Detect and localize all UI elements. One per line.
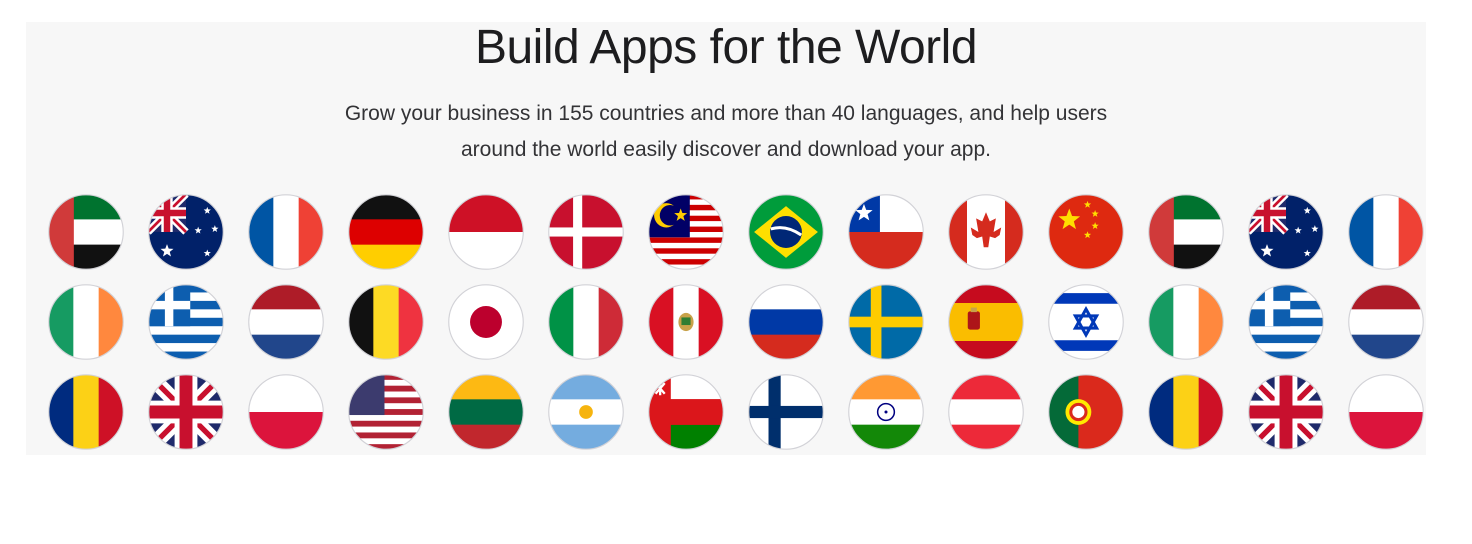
russia-flag-icon: [748, 284, 824, 360]
netherlands-flag-icon: [248, 284, 324, 360]
indonesia-flag-icon: [448, 194, 524, 270]
usa-flag-icon: [348, 374, 424, 450]
china-flag-icon: [1048, 194, 1124, 270]
portugal-flag-icon: [1048, 374, 1124, 450]
uk-flag-icon: [1248, 374, 1324, 450]
brazil-flag-icon: [748, 194, 824, 270]
hero-subtitle-line-1: Grow your business in 155 countries and …: [344, 102, 1108, 125]
hero-panel: Build Apps for the World Grow your busin…: [26, 22, 1426, 455]
hero-subtitle-line-2: around the world easily discover and dow…: [461, 138, 991, 161]
flag-row-3: [26, 372, 1426, 452]
romania-flag-icon: [1148, 374, 1224, 450]
germany-flag-icon: [348, 194, 424, 270]
ireland-flag-icon: [1148, 284, 1224, 360]
greece-flag-icon: [148, 284, 224, 360]
flag-row-2: [26, 282, 1426, 362]
france-flag-icon: [248, 194, 324, 270]
india-flag-icon: [848, 374, 924, 450]
france-flag-icon: [1348, 194, 1424, 270]
japan-flag-icon: [448, 284, 524, 360]
sweden-flag-icon: [848, 284, 924, 360]
israel-flag-icon: [1048, 284, 1124, 360]
australia-flag-icon: [148, 194, 224, 270]
lithuania-flag-icon: [448, 374, 524, 450]
oman-flag-icon: [648, 374, 724, 450]
romania-flag-icon: [48, 374, 124, 450]
greece-flag-icon: [1248, 284, 1324, 360]
peru-flag-icon: [648, 284, 724, 360]
denmark-flag-icon: [548, 194, 624, 270]
chile-flag-icon: [848, 194, 924, 270]
flag-row-1: [26, 192, 1426, 272]
belgium-flag-icon: [348, 284, 424, 360]
ireland-flag-icon: [48, 284, 124, 360]
uk-flag-icon: [148, 374, 224, 450]
poland-flag-icon: [248, 374, 324, 450]
malaysia-flag-icon: [648, 194, 724, 270]
austria-flag-icon: [948, 374, 1024, 450]
uae-flag-icon: [48, 194, 124, 270]
hero-subtitle: Grow your business in 155 countries and …: [276, 96, 1176, 168]
italy-flag-icon: [548, 284, 624, 360]
canada-flag-icon: [948, 194, 1024, 270]
uae-flag-icon: [1148, 194, 1224, 270]
australia-flag-icon: [1248, 194, 1324, 270]
netherlands-flag-icon: [1348, 284, 1424, 360]
argentina-flag-icon: [548, 374, 624, 450]
finland-flag-icon: [748, 374, 824, 450]
hero-title: Build Apps for the World: [474, 22, 978, 74]
spain-flag-icon: [948, 284, 1024, 360]
poland-flag-icon: [1348, 374, 1424, 450]
